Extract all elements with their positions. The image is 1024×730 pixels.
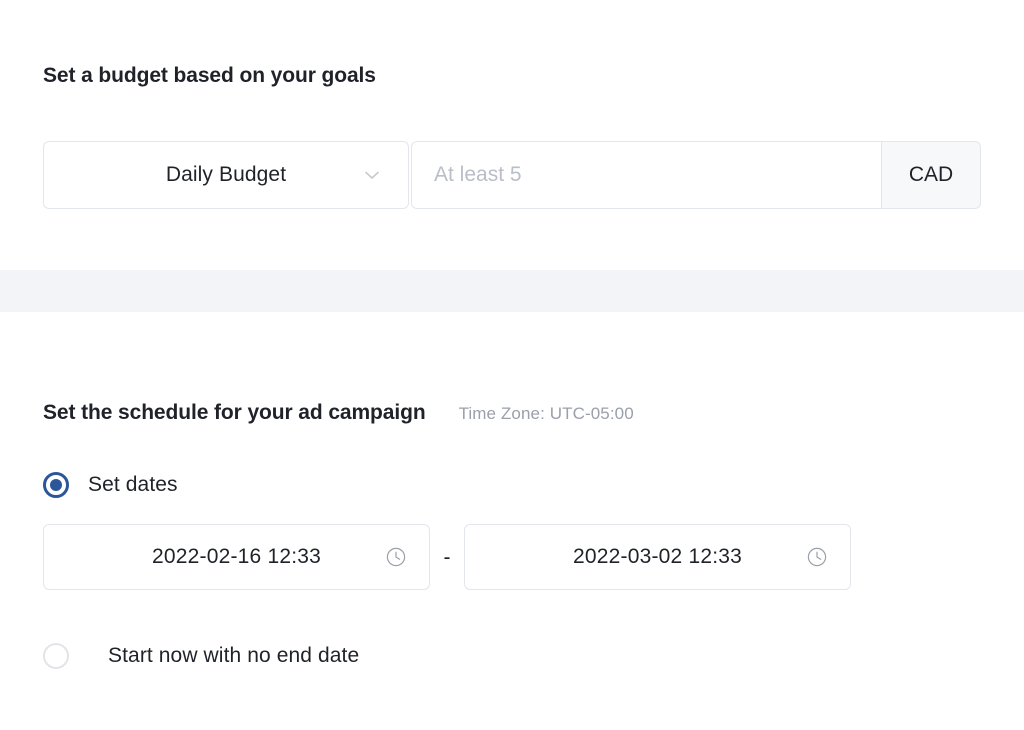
budget-amount-group: CAD (411, 141, 981, 209)
chevron-down-icon (362, 165, 382, 185)
date-range-separator: - (443, 545, 451, 569)
section-divider-band (0, 270, 1024, 312)
radio-label-set-dates: Set dates (88, 473, 178, 496)
start-date-field[interactable]: 2022-02-16 12:33 (43, 524, 430, 590)
clock-icon[interactable] (806, 546, 828, 568)
radio-button-start-now[interactable] (43, 643, 69, 669)
budget-type-select[interactable]: Daily Budget (43, 141, 409, 209)
budget-input-row: Daily Budget CAD (43, 141, 981, 209)
radio-option-set-dates[interactable]: Set dates (43, 472, 178, 498)
radio-option-start-now[interactable]: Start now with no end date (43, 643, 359, 669)
end-date-field[interactable]: 2022-03-02 12:33 (464, 524, 851, 590)
radio-label-start-now: Start now with no end date (108, 644, 360, 667)
schedule-section-title: Set the schedule for your ad campaign (43, 401, 426, 425)
campaign-budget-schedule-page: Set a budget based on your goals Daily B… (0, 0, 1024, 730)
date-range-group: 2022-02-16 12:33 - 2022-03-02 12:33 (43, 524, 851, 590)
radio-button-set-dates[interactable] (43, 472, 69, 498)
start-date-value: 2022-02-16 12:33 (151, 545, 321, 568)
schedule-header: Set the schedule for your ad campaign Ti… (43, 384, 634, 443)
end-date-value: 2022-03-02 12:33 (572, 545, 742, 568)
currency-addon: CAD (881, 141, 981, 209)
budget-amount-input[interactable] (411, 141, 881, 209)
budget-type-value: Daily Budget (165, 163, 287, 186)
budget-section-title: Set a budget based on your goals (43, 64, 376, 88)
budget-section: Set a budget based on your goals Daily B… (0, 0, 1024, 270)
timezone-label: Time Zone: UTC-05:00 (458, 404, 634, 424)
schedule-section: Set the schedule for your ad campaign Ti… (0, 312, 1024, 730)
clock-icon[interactable] (385, 546, 407, 568)
